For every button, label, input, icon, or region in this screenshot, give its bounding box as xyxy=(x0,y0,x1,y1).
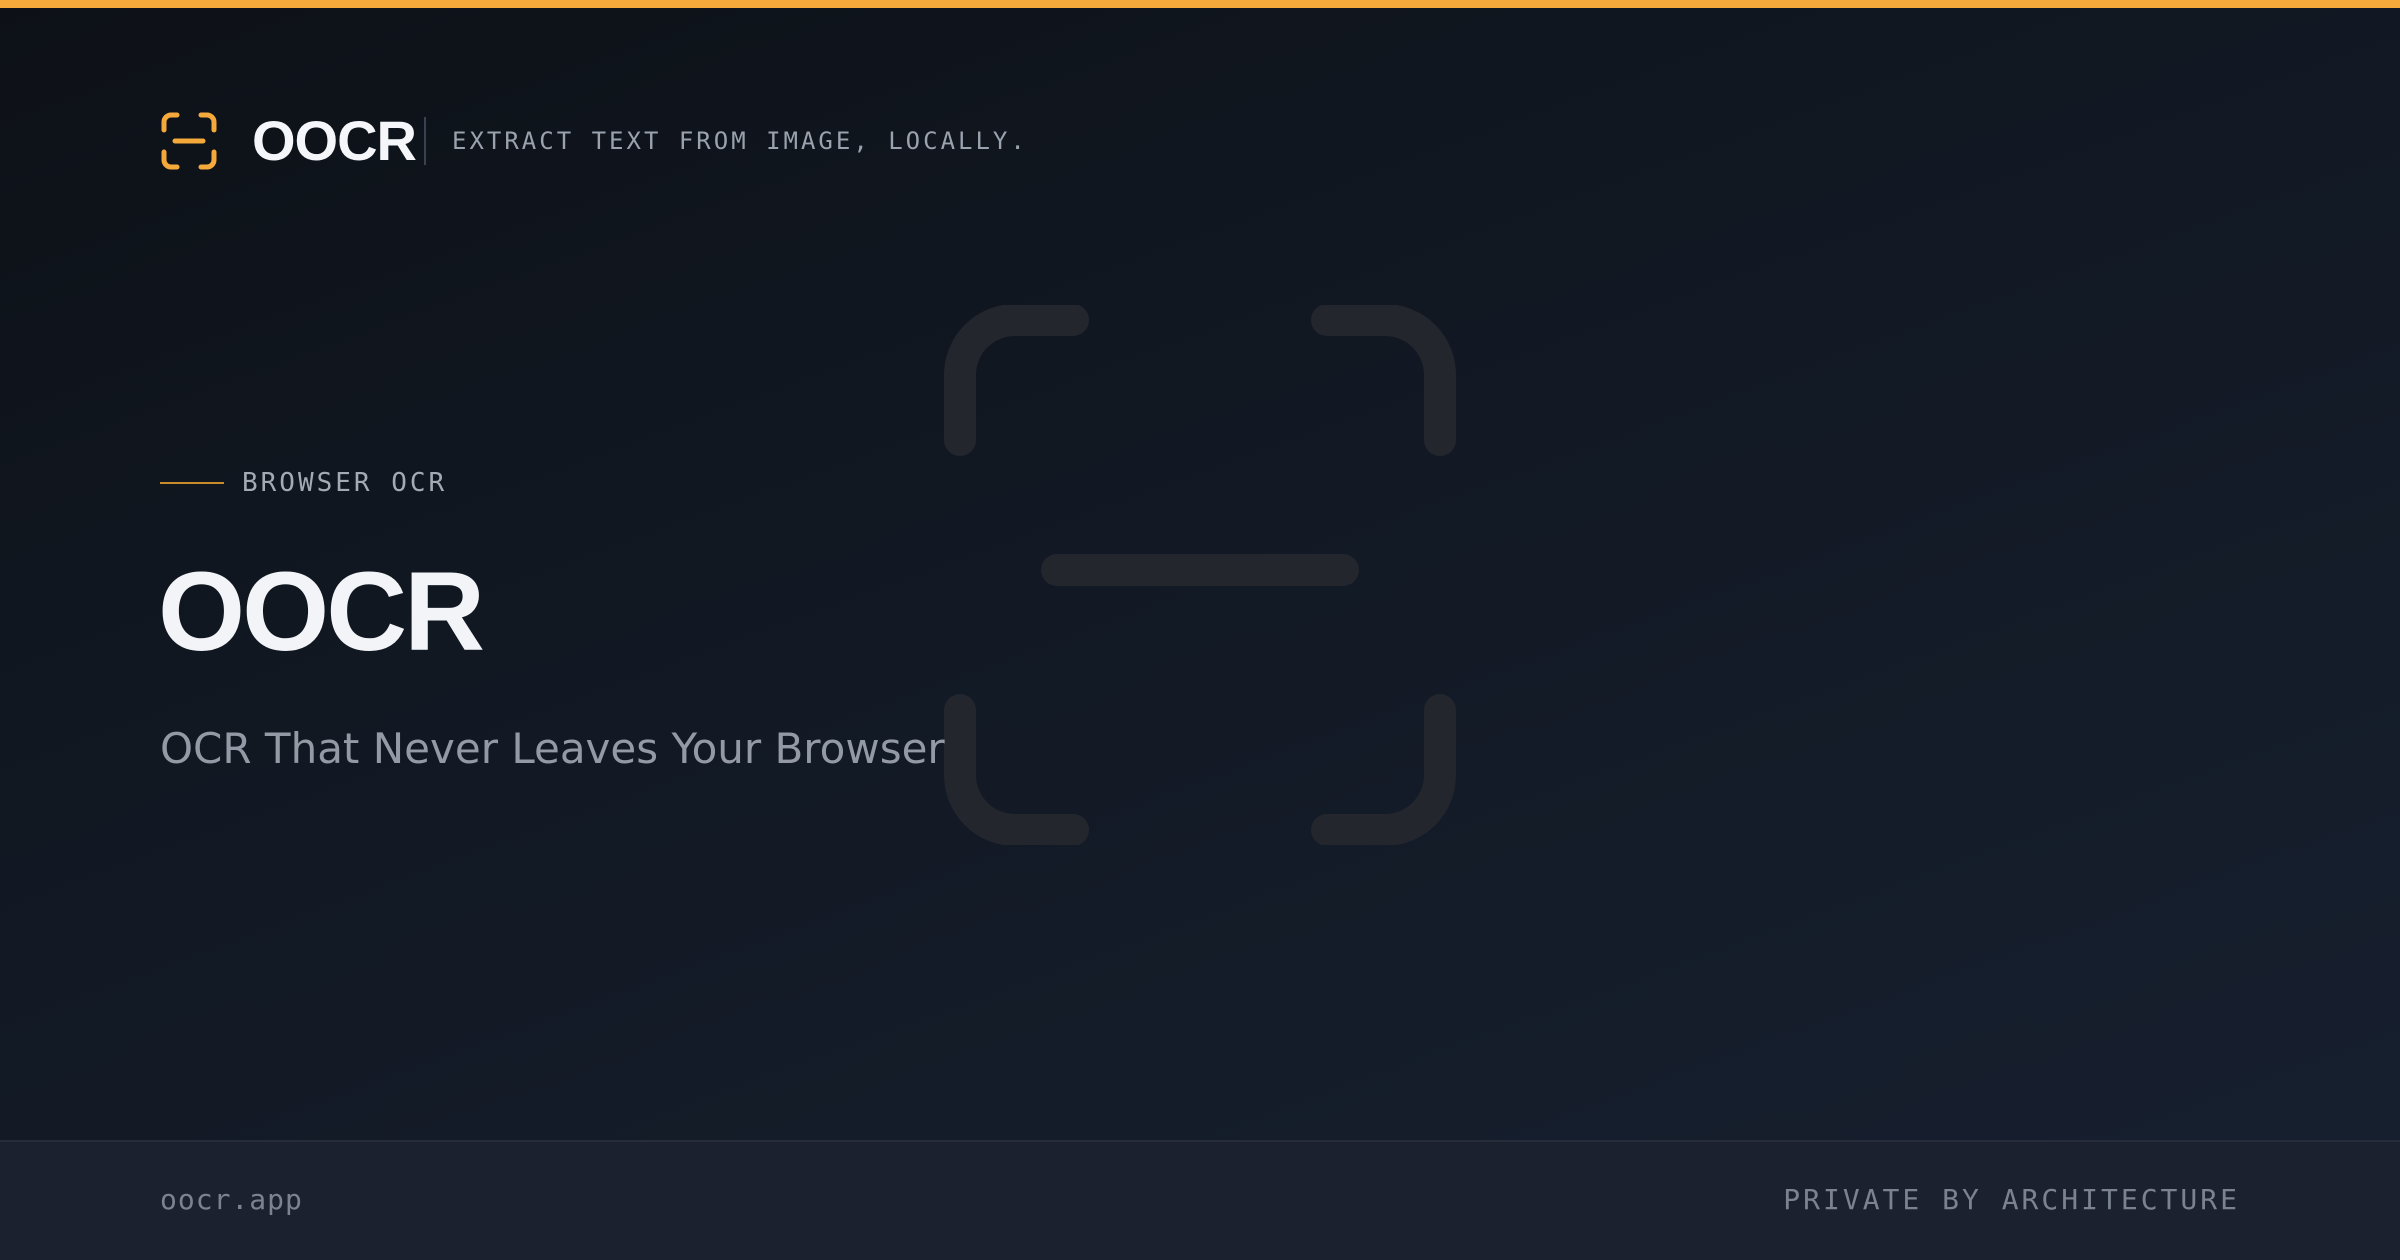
hero-subtitle: OCR That Never Leaves Your Browser xyxy=(160,724,945,773)
header-tagline: EXTRACT TEXT FROM IMAGE, LOCALLY. xyxy=(452,127,1028,155)
eyebrow-line xyxy=(160,482,224,484)
accent-top-bar xyxy=(0,0,2400,8)
footer-domain-link[interactable]: oocr.app xyxy=(160,1186,303,1214)
scan-text-icon xyxy=(161,112,217,170)
logo-name[interactable]: OOCR xyxy=(252,113,417,169)
footer-slogan: PRIVATE BY ARCHITECTURE xyxy=(1783,1183,2240,1216)
site-header: OOCR EXTRACT TEXT FROM IMAGE, LOCALLY. xyxy=(160,106,1028,176)
eyebrow-text: BROWSER OCR xyxy=(242,468,448,498)
hero-title: OOCR xyxy=(158,549,485,674)
header-divider xyxy=(424,117,426,165)
site-footer: oocr.app PRIVATE BY ARCHITECTURE xyxy=(0,1140,2400,1260)
scan-text-watermark-icon xyxy=(944,305,1456,845)
hero-eyebrow: BROWSER OCR xyxy=(160,470,447,496)
